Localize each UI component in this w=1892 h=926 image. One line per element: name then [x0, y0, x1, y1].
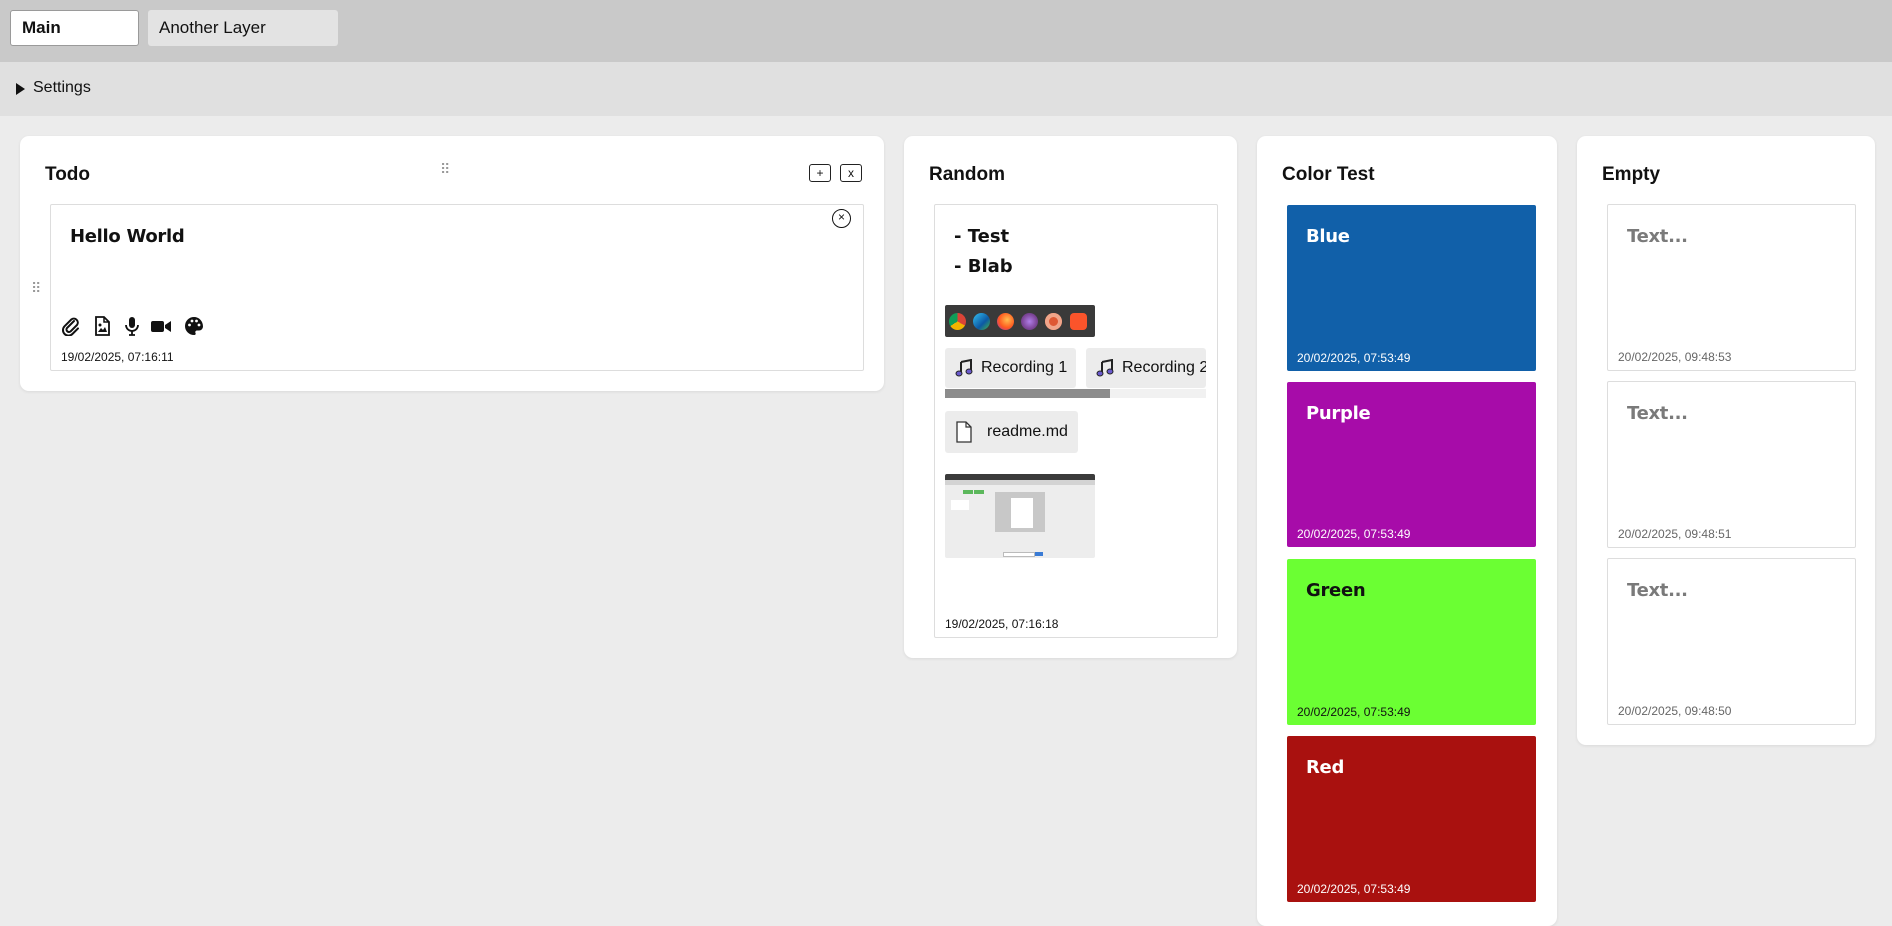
thumb-input [1003, 552, 1035, 557]
recording-label: Recording 1 [981, 359, 1068, 376]
microphone-icon[interactable] [122, 316, 142, 336]
brave-icon [1070, 313, 1087, 330]
tab-another-layer[interactable]: Another Layer [148, 10, 338, 46]
video-camera-icon[interactable] [150, 316, 172, 336]
note-card[interactable]: Text... 20/02/2025, 09:48:53 [1607, 204, 1856, 371]
note-title-placeholder[interactable]: Text... [1627, 403, 1688, 424]
paperclip-icon[interactable] [61, 316, 81, 336]
music-note-icon [955, 359, 973, 377]
note-title-placeholder[interactable]: Text... [1627, 580, 1688, 601]
thumb-tag [963, 490, 973, 494]
horizontal-scrollbar[interactable] [945, 389, 1206, 398]
note-date: 20/02/2025, 07:53:49 [1297, 527, 1411, 541]
note-date: 20/02/2025, 09:48:50 [1618, 704, 1732, 718]
edge-icon [973, 313, 990, 330]
disclosure-triangle-icon [16, 83, 25, 95]
firefox-icon [997, 313, 1014, 330]
screenshot-thumbnail[interactable] [945, 474, 1095, 558]
note-date: 20/02/2025, 07:53:49 [1297, 882, 1411, 896]
chrome-icon [949, 313, 966, 330]
column-title: Empty [1602, 164, 1661, 185]
thumb-toolbar [945, 480, 1095, 485]
thumb-card [951, 500, 969, 510]
music-note-icon [1096, 359, 1114, 377]
settings-label: Settings [33, 79, 91, 96]
layer-tab-bar: Main Another Layer [0, 0, 1892, 62]
thumb-tag [974, 490, 984, 494]
note-title: Hello World [70, 226, 185, 247]
image-file-icon[interactable] [92, 316, 112, 336]
note-line: - Blab [954, 256, 1013, 277]
browser-icons-image[interactable] [945, 305, 1095, 337]
recording-chip[interactable]: Recording 2 [1086, 348, 1206, 388]
settings-toggle[interactable]: Settings [0, 62, 1892, 116]
note-title: Green [1306, 580, 1366, 601]
scrollbar-thumb[interactable] [945, 389, 1110, 398]
note-drag-handle-icon[interactable]: ⠿ [31, 281, 41, 295]
note-card[interactable]: Text... 20/02/2025, 09:48:51 [1607, 381, 1856, 548]
note-card[interactable]: Text... 20/02/2025, 09:48:50 [1607, 558, 1856, 725]
note-date: 19/02/2025, 07:16:11 [61, 350, 174, 364]
file-label: readme.md [987, 423, 1068, 440]
note-date: 20/02/2025, 09:48:51 [1618, 527, 1732, 541]
note-card[interactable]: Green 20/02/2025, 07:53:49 [1287, 559, 1536, 725]
note-date: 20/02/2025, 09:48:53 [1618, 350, 1732, 364]
duckduckgo-icon [1045, 313, 1062, 330]
recording-chip[interactable]: Recording 1 [945, 348, 1076, 388]
tab-main[interactable]: Main [10, 10, 139, 46]
tor-icon [1021, 313, 1038, 330]
remove-column-button[interactable]: x [840, 164, 862, 182]
note-title: Red [1306, 757, 1345, 778]
add-note-button[interactable]: + [809, 164, 831, 182]
column-title: Todo [45, 164, 91, 185]
recording-label: Recording 2 [1122, 359, 1206, 376]
note-title: Purple [1306, 403, 1371, 424]
note-date: 20/02/2025, 07:53:49 [1297, 351, 1411, 365]
column-title: Color Test [1282, 164, 1375, 185]
column-title: Random [929, 164, 1005, 185]
note-card[interactable]: Purple 20/02/2025, 07:53:49 [1287, 382, 1536, 547]
thumb-dialog [1011, 498, 1033, 528]
document-icon [956, 421, 972, 443]
file-chip[interactable]: readme.md [945, 411, 1078, 453]
palette-icon[interactable] [184, 316, 204, 336]
close-note-button[interactable]: × [832, 209, 851, 228]
thumb-button [1035, 552, 1043, 556]
note-card[interactable]: Blue 20/02/2025, 07:53:49 [1287, 205, 1536, 371]
note-title: Blue [1306, 226, 1350, 247]
note-date: 20/02/2025, 07:53:49 [1297, 705, 1411, 719]
note-title-placeholder[interactable]: Text... [1627, 226, 1688, 247]
note-card[interactable]: Hello World × 19/02/2025, 07:16:11 [50, 204, 864, 371]
note-line: - Test [954, 226, 1010, 247]
note-card[interactable]: Red 20/02/2025, 07:53:49 [1287, 736, 1536, 902]
note-date: 19/02/2025, 07:16:18 [945, 617, 1059, 631]
column-drag-handle-icon[interactable]: ⠿ [440, 162, 450, 176]
